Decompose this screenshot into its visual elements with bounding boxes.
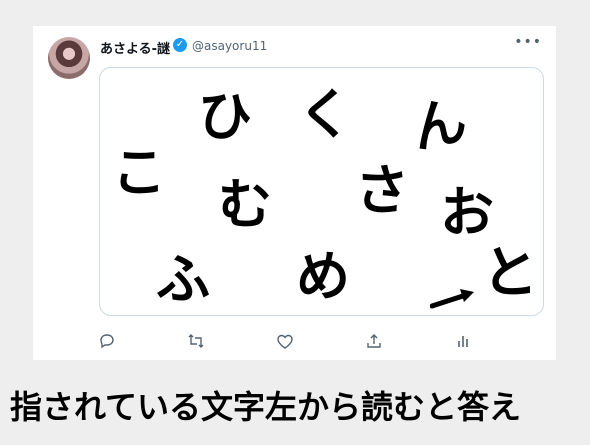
handle[interactable]: @asayoru11 [192,39,267,53]
glyph-sa: さ [355,159,409,222]
tweet-image[interactable]: ひ く ん こ む さ お ふ め と [99,67,544,316]
tweet-card: あさよる-謎 ✓ @asayoru11 ••• ひ く ん こ む さ お ふ … [33,26,556,360]
action-bar [93,330,503,354]
retweet-icon[interactable] [185,330,207,352]
glyph-ko: こ [112,141,166,204]
glyph-mu: む [218,173,272,236]
more-options-icon[interactable]: ••• [514,34,542,50]
glyph-o: お [440,181,494,244]
reply-icon[interactable] [96,330,118,352]
glyph-hi: ひ [198,85,252,148]
caption-text: 指されている文字左から読むと答え [10,388,522,426]
arrow-right-icon [430,289,474,309]
glyph-ku: く [298,83,352,146]
glyph-to: と [482,241,538,306]
glyph-me: め [296,245,350,308]
share-icon[interactable] [363,330,385,352]
verified-badge-icon: ✓ [173,38,187,52]
display-name[interactable]: あさよる-謎 [100,38,170,57]
glyph-n: ん [405,88,472,161]
glyph-fu: ふ [156,248,210,311]
analytics-icon[interactable] [452,330,474,352]
like-icon[interactable] [274,330,296,352]
avatar[interactable] [48,37,90,79]
